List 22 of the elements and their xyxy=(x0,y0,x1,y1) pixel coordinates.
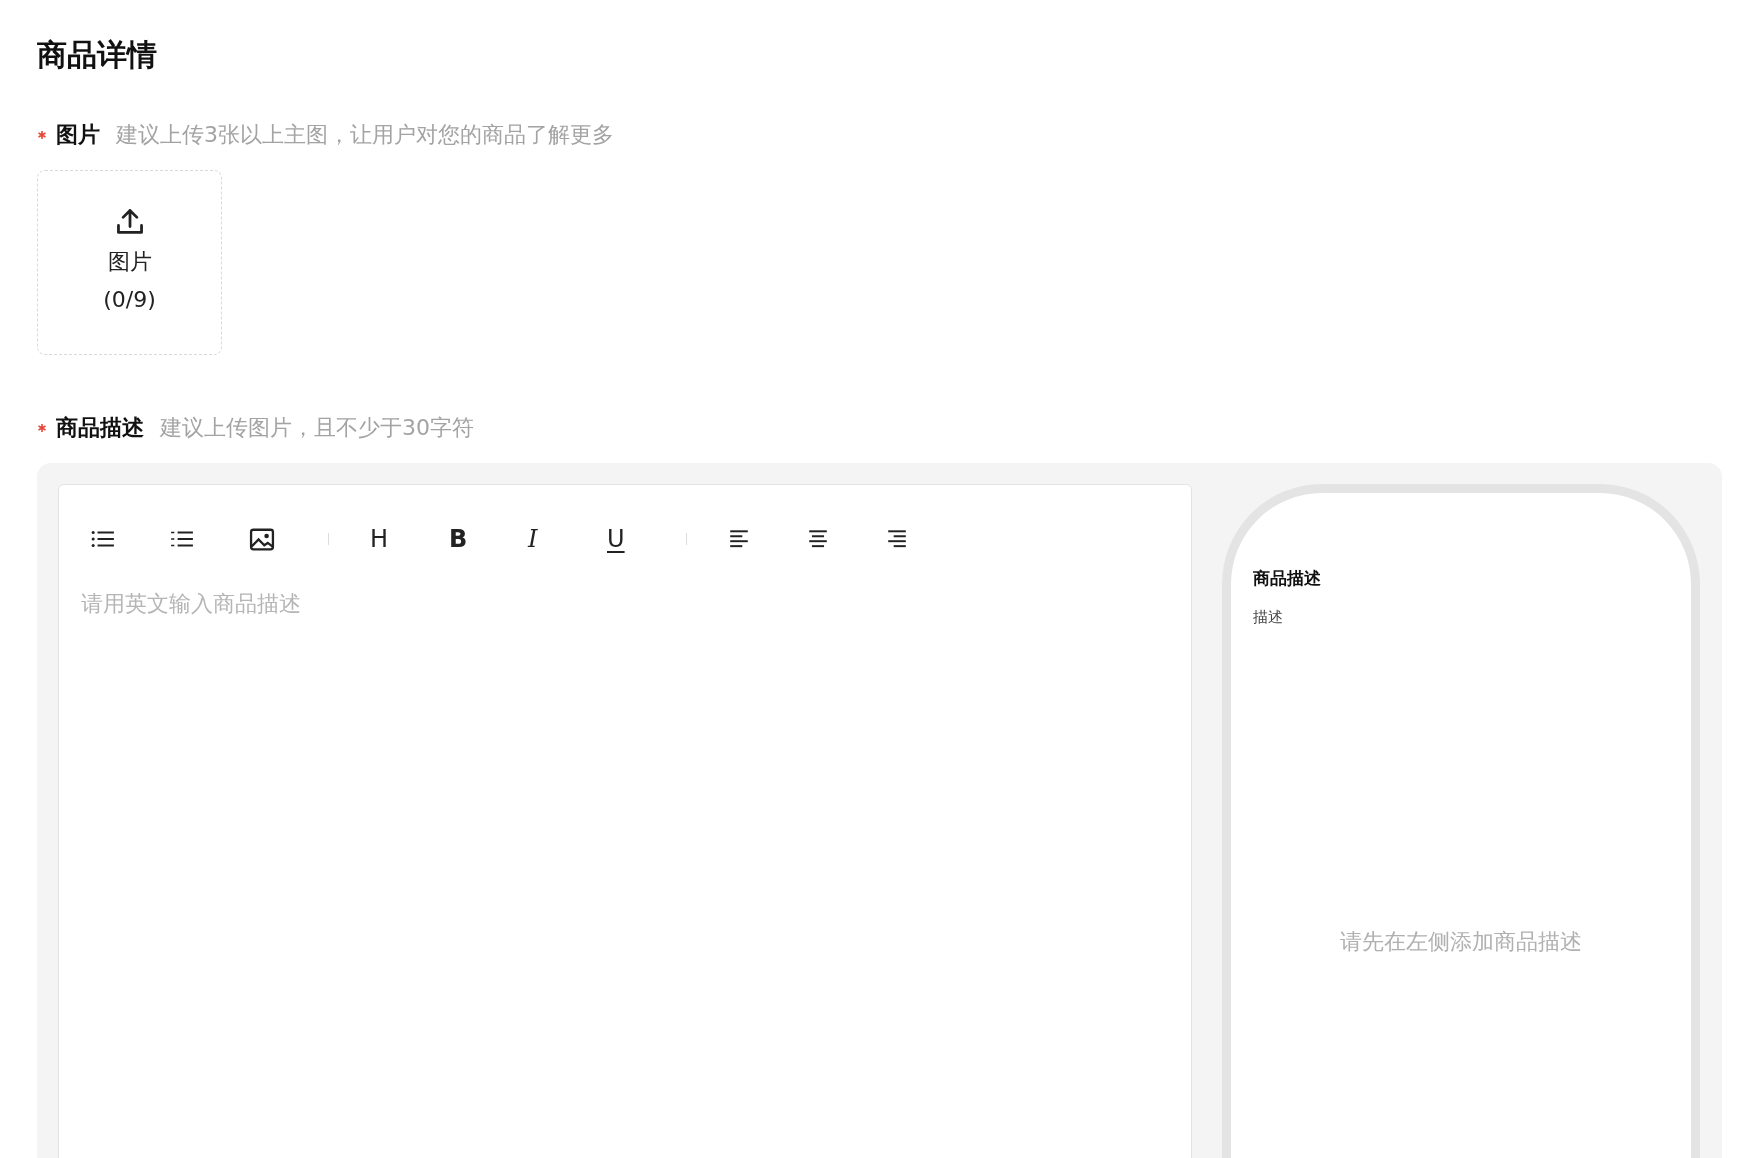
field-hint: 建议上传3张以上主图，让用户对您的商品了解更多 xyxy=(116,121,614,149)
preview-title: 商品描述 xyxy=(1253,567,1322,590)
preview-empty-text: 请先在左侧添加商品描述 xyxy=(1339,928,1583,956)
preview-subtitle: 描述 xyxy=(1253,608,1284,627)
align-right-icon xyxy=(886,529,908,549)
field-label: 商品描述 xyxy=(56,414,144,442)
image-icon xyxy=(249,527,275,551)
underline-button[interactable]: U xyxy=(599,521,678,557)
bullet-list-icon xyxy=(91,529,115,549)
align-center-icon xyxy=(807,529,829,549)
heading-button[interactable]: H xyxy=(362,521,441,557)
upload-label: 图片 xyxy=(107,247,152,276)
field-label: 图片 xyxy=(56,121,100,149)
image-upload-button[interactable]: 图片 (0/9) xyxy=(37,170,222,355)
bold-button[interactable]: B xyxy=(441,521,520,557)
italic-button[interactable]: I xyxy=(520,521,599,557)
numbered-list-icon xyxy=(170,529,194,549)
upload-icon xyxy=(114,206,145,237)
field-hint: 建议上传图片，且不少于30字符 xyxy=(160,414,474,442)
align-left-icon xyxy=(728,529,750,549)
upload-count: (0/9) xyxy=(103,285,156,314)
page-title: 商品详情 xyxy=(37,36,158,74)
